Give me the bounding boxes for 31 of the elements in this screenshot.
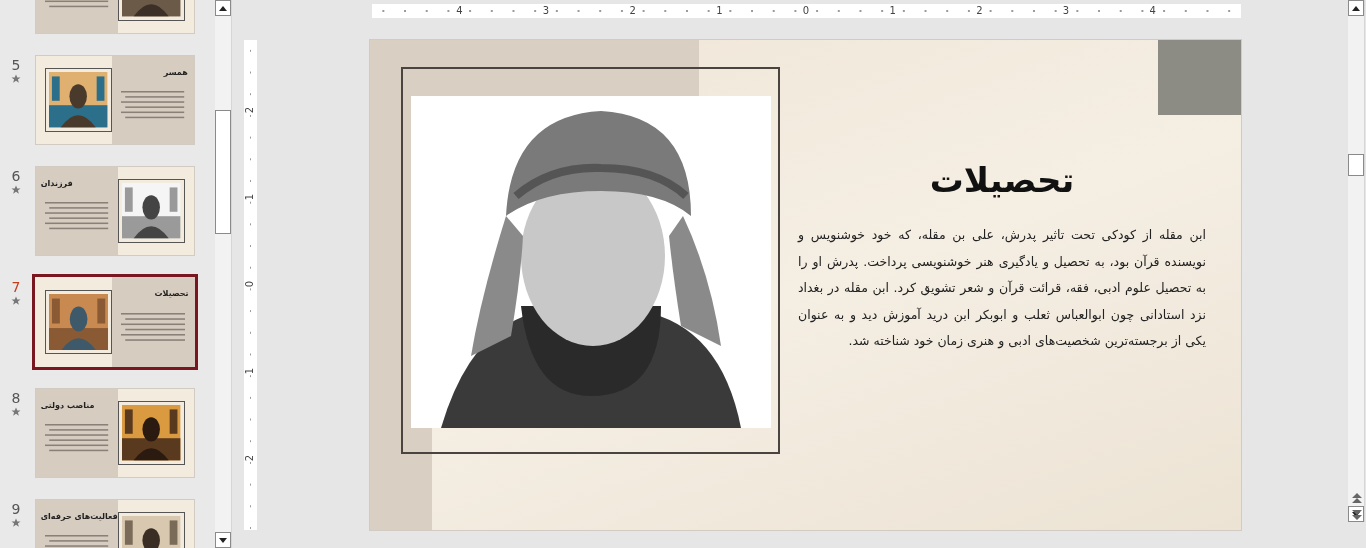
- slide-number: 6: [11, 168, 21, 184]
- ruler-label: 2: [245, 454, 256, 461]
- slide-body-text: ابن مقله از کودکی تحت تاثیر پدرش، علی بن مقله، که خود خوشنویس و نویسنده قرآن بود، به تحصیل و یادگیری هنر خوشنویسی پرداخت. پدرش او را به تحصیل علوم ادبی، فقه، قرائت قرآن و شعر تشویق کرد. ابن مقله در بغداد نزد استادانی چون ابوالعباس ثعلب و ابوبکر ابن درید آموزش دید و به عنوان یکی از برجسته‌ترین شخصیت‌های ادبی و هنری زمان خود شناخته شد.: [798, 226, 1206, 351]
- slide-number: 9: [11, 501, 21, 517]
- thumbnail-title: فعالیت‌های حرفه‌ای: [40, 510, 118, 523]
- slide-number: 7: [11, 279, 21, 295]
- thumbnail-title: تحصیلات: [154, 287, 189, 300]
- slide-thumbnail[interactable]: فعالیت‌های حرفه‌ای: [35, 499, 195, 548]
- ruler-label: 2: [628, 6, 637, 16]
- ruler-label: 1: [888, 6, 897, 16]
- ruler-label: 1: [245, 193, 256, 200]
- ruler-label: 0: [801, 6, 811, 16]
- ruler-label: 3: [541, 6, 551, 16]
- slide-thumbnail[interactable]: مناصب دولتی: [35, 388, 195, 478]
- slide-number: 8: [11, 390, 21, 406]
- slide-number: 5: [11, 57, 21, 73]
- ruler-label: 3: [1061, 6, 1071, 16]
- ruler-label: 4: [455, 6, 464, 16]
- slide-thumbnail[interactable]: همسر: [35, 55, 195, 145]
- ruler-label: 2: [975, 6, 984, 16]
- ruler-label: 4: [1148, 6, 1157, 16]
- slide-thumbnail[interactable]: تحصیلات: [32, 274, 198, 370]
- ruler-label: 1: [715, 6, 724, 16]
- thumbnail-title: همسر: [163, 66, 188, 79]
- slide-thumbnail[interactable]: فرزندان: [35, 166, 195, 256]
- slide-title: تحصیلات: [929, 160, 1075, 200]
- thumbnail-title: فرزندان: [40, 177, 73, 190]
- thumbnail-title: مناصب دولتی: [40, 399, 95, 412]
- ruler-label: 0: [245, 280, 256, 287]
- ruler-label: 1: [245, 367, 256, 374]
- ruler-label: 2: [245, 106, 256, 113]
